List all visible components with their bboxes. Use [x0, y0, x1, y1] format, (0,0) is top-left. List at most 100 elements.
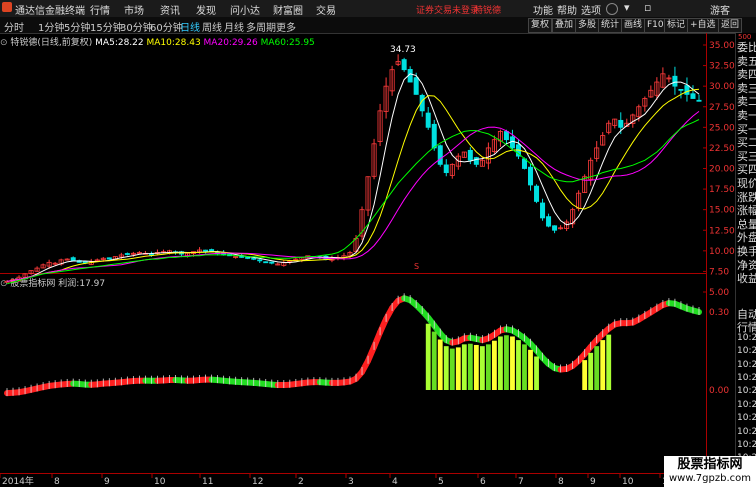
candle-body	[678, 89, 684, 91]
histogram-bar	[606, 334, 612, 390]
sub-y-tick-label: 0.30	[709, 308, 729, 318]
x-tick-label: 6	[480, 477, 486, 487]
candle-body	[269, 261, 275, 264]
ma-lines-group	[6, 73, 700, 285]
y-tick-label: 7.50	[709, 267, 729, 277]
ma10-line	[6, 88, 700, 282]
x-tick-label: 2014年	[2, 475, 34, 487]
x-tick-label: 4	[392, 477, 398, 487]
histogram-bar	[425, 323, 431, 390]
histogram-bar	[504, 335, 509, 390]
y-tick-label: 20.00	[709, 165, 735, 175]
candle-body	[540, 202, 546, 219]
sub-chart-group	[4, 293, 702, 397]
candle-body	[437, 145, 443, 165]
candle-body	[70, 257, 76, 262]
candle-body	[425, 112, 431, 128]
sidebar-sub-label: 10:26	[737, 413, 756, 424]
histogram-bar	[600, 340, 606, 390]
histogram-bar	[485, 344, 491, 390]
x-tick-label: 11	[202, 477, 213, 487]
candle-body	[431, 123, 437, 149]
y-tick-label: 10.00	[709, 247, 735, 257]
x-axis-group: 2014年89101112234567891011	[0, 474, 673, 487]
x-tick-label: 10	[622, 477, 634, 487]
candle-body	[443, 164, 449, 174]
watermark-url: www.7gpzb.com	[669, 473, 751, 484]
x-tick-label: 2	[298, 477, 304, 487]
indicator-segment	[689, 307, 702, 316]
candle-body	[413, 77, 419, 95]
watermark-title: 股票指标网	[677, 457, 743, 472]
candle-body	[251, 257, 257, 260]
sidebar-sub-label: 10:26	[737, 386, 756, 397]
histogram-bar	[594, 346, 600, 390]
histogram-bar	[467, 343, 473, 390]
sidebar-sub-label: 10:26	[737, 373, 756, 383]
candle-body	[546, 216, 552, 227]
histogram-bar	[491, 340, 497, 390]
sidebar-sub-label: 10:26	[737, 399, 756, 410]
candle-body	[263, 261, 269, 264]
y-tick-label: 32.50	[709, 62, 735, 72]
candle-body	[503, 131, 509, 141]
x-tick-label: 8	[558, 477, 564, 487]
ma5-line	[6, 73, 700, 282]
candle-body	[528, 166, 534, 186]
x-tick-label: 3	[348, 477, 354, 487]
candle-body	[257, 259, 263, 262]
y-tick-label: 25.00	[709, 123, 735, 133]
candle-body	[401, 59, 407, 71]
histogram-bar	[510, 336, 515, 390]
y-tick-label: 15.00	[709, 206, 735, 216]
y-tick-label: 12.50	[709, 226, 735, 236]
y-tick-label: 35.00	[709, 41, 735, 51]
sidebar-sub-label: 10:26	[737, 359, 756, 370]
kline-chart[interactable]: 2014年89101112234567891011 35.0032.5030.0…	[0, 0, 756, 487]
candle-body	[696, 99, 702, 102]
sub-y-tick-label: 0.00	[709, 386, 729, 396]
candle-body	[684, 85, 690, 95]
histogram-bar	[528, 349, 533, 390]
histogram-bar	[582, 360, 588, 390]
candle-body	[672, 75, 678, 87]
histogram-bar	[522, 344, 527, 390]
candle-body	[148, 253, 154, 256]
y-tick-label: 27.50	[709, 103, 735, 113]
sidebar-label: 收益	[737, 272, 756, 286]
y-axis-group: 35.00 32.50 30.00 27.50 25.00 22.50 20.00 17.50…	[703, 41, 735, 396]
sidebar-sub-label: 10:26	[737, 440, 756, 450]
x-tick-label: 10	[154, 477, 166, 487]
y-tick-label: 22.50	[709, 144, 735, 154]
candle-body	[618, 119, 624, 128]
y-tick-label: 17.50	[709, 185, 735, 195]
x-tick-label: 8	[54, 477, 60, 487]
sidebar-sub-label: 10:26	[737, 426, 756, 437]
y-tick-label: 5.00	[709, 288, 729, 298]
candle-body	[124, 253, 130, 255]
histogram-bar	[431, 331, 437, 390]
candle-body	[552, 225, 558, 231]
x-tick-label: 12	[252, 477, 263, 487]
candle-body	[245, 257, 251, 259]
histogram-bar	[498, 336, 503, 390]
candle-body	[106, 257, 112, 260]
candle-body	[203, 249, 209, 252]
histogram-bar	[516, 340, 521, 390]
y-tick-label: 30.00	[709, 82, 735, 92]
candle-body	[690, 93, 696, 99]
histogram-bar	[455, 347, 461, 390]
high-price-annotation: 34.73	[390, 45, 416, 55]
histogram-bar	[437, 339, 443, 390]
histogram-bar	[461, 344, 467, 390]
histogram-bar	[473, 344, 479, 390]
x-tick-label: 5	[438, 477, 444, 487]
sidebar-sub-label: 10:26	[737, 346, 756, 357]
candle-body	[473, 157, 479, 165]
marker-s-icon: S	[414, 262, 420, 271]
histogram-bar	[588, 352, 594, 390]
histogram-bar	[449, 348, 455, 390]
x-tick-label: 7	[518, 477, 524, 487]
candle-body	[467, 149, 473, 161]
histogram-bar	[443, 346, 449, 390]
